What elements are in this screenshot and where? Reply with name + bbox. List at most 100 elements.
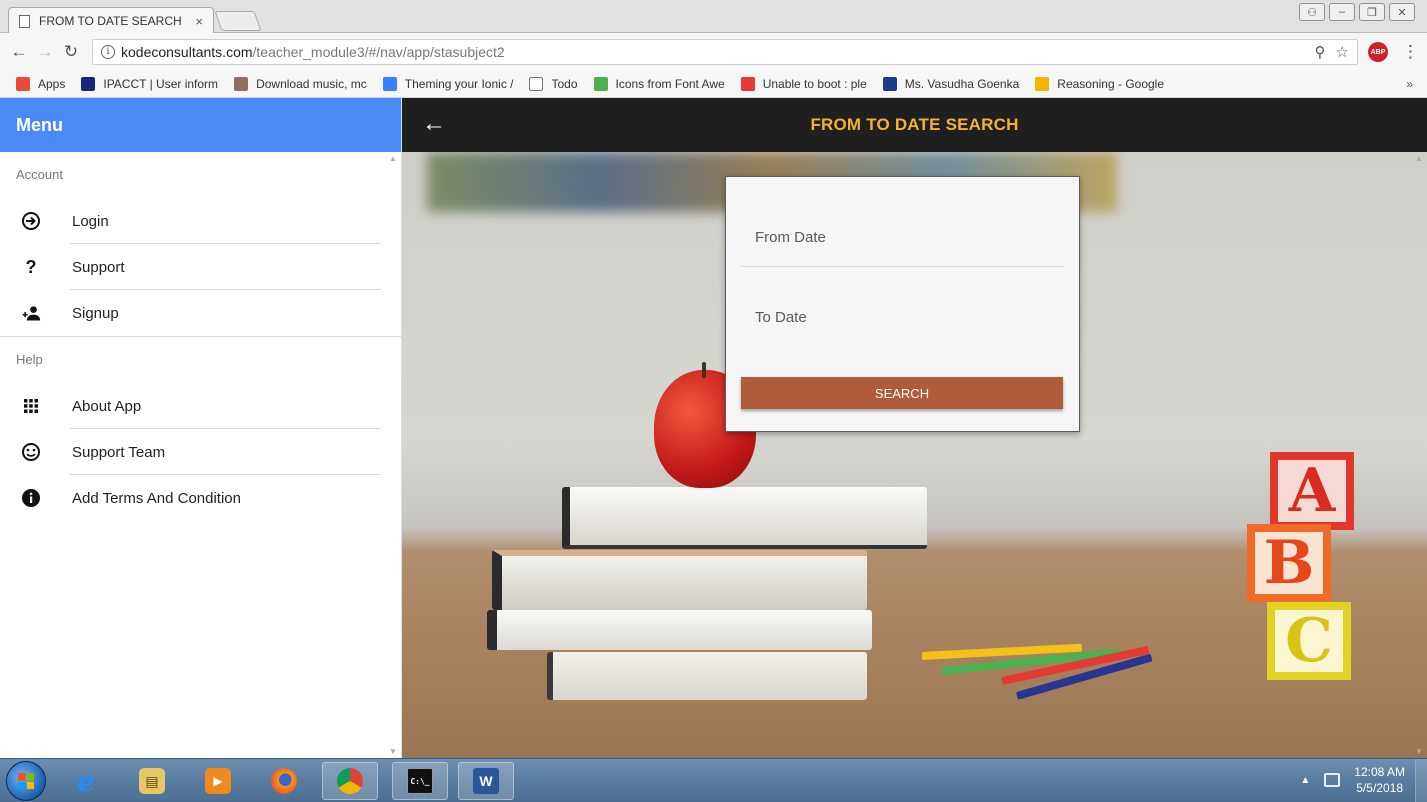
scroll-down-icon[interactable]: ▼ [1415, 747, 1423, 756]
scroll-up-icon[interactable]: ▲ [1415, 154, 1423, 163]
side-menu: Menu Account Login ? Support Signup Help… [0, 98, 402, 758]
adblock-plus-icon[interactable]: ABP [1368, 42, 1388, 62]
apps-icon [21, 398, 41, 414]
browser-back-icon[interactable]: ← [8, 42, 30, 62]
bookmarks-overflow-icon[interactable]: » [1406, 77, 1413, 91]
p-icon [882, 77, 897, 91]
bookmark-item[interactable]: Todo [529, 77, 578, 91]
system-tray: ▲ 12:08 AM 5/5/2018 [1300, 764, 1405, 796]
menu-item-label: Login [72, 212, 109, 230]
clock-time: 12:08 AM [1354, 765, 1405, 779]
menu-item-terms[interactable]: Add Terms And Condition [0, 475, 401, 521]
background-book [547, 652, 867, 700]
bookmark-item[interactable]: IPACCT | User inform [81, 77, 218, 91]
scroll-up-icon[interactable]: ▲ [389, 154, 397, 163]
login-icon [21, 211, 41, 231]
menu-item-support[interactable]: ? Support [0, 244, 401, 290]
app-toolbar: ← FROM TO DATE SEARCH [402, 98, 1427, 152]
menu-item-label: Signup [72, 304, 119, 322]
user-profile-icon[interactable]: ⚇ [1299, 3, 1325, 21]
w3-icon [593, 77, 608, 91]
menu-item-about-app[interactable]: About App [0, 383, 401, 429]
from-date-label: From Date [755, 229, 826, 246]
bookmark-item[interactable]: Icons from Font Awe [593, 77, 725, 91]
page-favicon-icon [19, 14, 30, 28]
menu-item-label: Add Terms And Condition [72, 489, 241, 507]
browser-tab[interactable]: FROM TO DATE SEARCH × [8, 7, 214, 34]
menu-header: Menu [0, 98, 401, 152]
browser-forward-icon[interactable]: → [34, 42, 56, 62]
date-search-card: From Date To Date SEARCH [725, 176, 1080, 432]
site-info-icon[interactable]: i [101, 45, 115, 59]
network-icon[interactable] [1324, 773, 1341, 787]
restore-window-icon[interactable]: ❐ [1359, 3, 1385, 21]
address-bar[interactable]: i kodeconsultants.com/teacher_module3/#/… [92, 39, 1358, 65]
background-book [492, 550, 867, 610]
internet-explorer-icon: e [77, 764, 95, 798]
file-explorer-icon: ▤ [139, 768, 165, 794]
bookmark-item[interactable]: Apps [16, 77, 65, 91]
scroll-down-icon[interactable]: ▼ [389, 747, 397, 756]
menu-section-heading: Help [16, 352, 43, 367]
bookmark-item[interactable]: Download music, mc [234, 77, 367, 91]
taskbar-ie[interactable]: e [58, 762, 114, 800]
bookmark-item[interactable]: Theming your Ionic / [382, 77, 513, 91]
taskbar-cmd[interactable]: C:\_ [392, 762, 448, 800]
windows-logo-icon [18, 773, 34, 789]
menu-scrollbar[interactable]: ▲ ▼ [385, 152, 401, 758]
close-window-icon[interactable]: ✕ [1389, 3, 1415, 21]
menu-title: Menu [16, 114, 63, 135]
from-date-field[interactable]: From Date [741, 217, 1064, 267]
taskbar-explorer[interactable]: ▤ [124, 762, 180, 800]
bookmark-label: Todo [551, 77, 578, 91]
page-title: FROM TO DATE SEARCH [810, 115, 1019, 134]
media-player-icon: ▶ [205, 768, 231, 794]
person-add-icon [21, 303, 41, 323]
to-date-label: To Date [755, 309, 807, 326]
info-icon [21, 488, 41, 508]
bookmark-label: Icons from Font Awe [615, 77, 725, 91]
background-block-a: A [1270, 452, 1354, 530]
search-button[interactable]: SEARCH [741, 377, 1063, 409]
bookmark-label: Ms. Vasudha Goenka [904, 77, 1020, 91]
zoom-icon[interactable]: ⚲ [1315, 43, 1326, 61]
window-controls: ⚇ – ❐ ✕ [1299, 3, 1415, 21]
bookmark-star-icon[interactable]: ☆ [1336, 43, 1349, 61]
taskbar-chrome[interactable] [322, 762, 378, 800]
ipacct-icon [81, 77, 96, 91]
background-block-c: C [1267, 602, 1351, 680]
bookmark-item[interactable]: Unable to boot : ple [740, 77, 867, 91]
chrome-icon [337, 768, 363, 794]
background-book [562, 487, 927, 549]
taskbar-media-player[interactable]: ▶ [190, 762, 246, 800]
show-desktop-button[interactable] [1415, 759, 1427, 802]
new-tab-button[interactable] [214, 11, 262, 31]
start-button[interactable] [6, 761, 46, 801]
browser-menu-icon[interactable]: ⋮ [1402, 42, 1419, 62]
taskbar-firefox[interactable] [256, 762, 312, 800]
content-scrollbar[interactable]: ▲ ▼ [1411, 152, 1427, 758]
menu-item-signup[interactable]: Signup [0, 290, 401, 336]
drive-icon [1035, 77, 1050, 91]
menu-item-support-team[interactable]: Support Team [0, 429, 401, 475]
browser-toolbar: ← → ↻ i kodeconsultants.com/teacher_modu… [0, 33, 1427, 71]
apps-grid-icon [16, 77, 30, 91]
bookmark-label: Unable to boot : ple [762, 77, 867, 91]
ionic-icon [382, 77, 397, 91]
background-apple-stem [702, 362, 706, 378]
bookmark-item[interactable]: Ms. Vasudha Goenka [882, 77, 1020, 91]
menu-item-login[interactable]: Login [0, 198, 401, 244]
browser-tab-title: FROM TO DATE SEARCH [39, 14, 182, 28]
clock[interactable]: 12:08 AM 5/5/2018 [1354, 764, 1405, 796]
reload-icon[interactable]: ↻ [60, 42, 82, 62]
cmd-icon: C:\_ [407, 768, 433, 794]
show-hidden-icons-icon[interactable]: ▲ [1300, 775, 1310, 786]
taskbar-word[interactable]: W [458, 762, 514, 800]
to-date-field[interactable]: To Date [741, 297, 1064, 347]
menu-item-label: Support Team [72, 443, 166, 461]
bookmark-item[interactable]: Reasoning - Google [1035, 77, 1164, 91]
clock-date: 5/5/2018 [1356, 781, 1403, 795]
bookmark-label: IPACCT | User inform [103, 77, 219, 91]
minimize-window-icon[interactable]: – [1329, 3, 1355, 21]
close-tab-icon[interactable]: × [195, 14, 203, 29]
